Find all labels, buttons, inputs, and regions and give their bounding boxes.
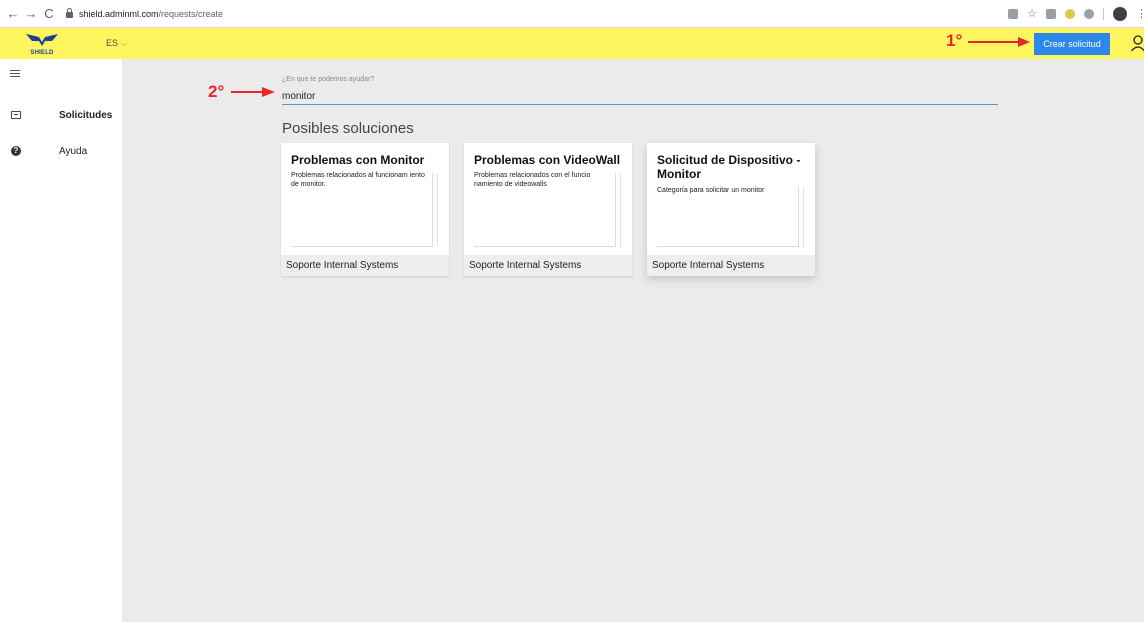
- card-description: Problemas relacionados con el funcio nam…: [474, 172, 591, 188]
- browser-menu-icon[interactable]: ⋮: [1136, 9, 1144, 20]
- card-footer: Soporte Internal Systems: [647, 255, 815, 276]
- language-label: ES: [106, 38, 119, 48]
- sidebar-item-label: Solicitudes: [59, 109, 113, 121]
- translate-icon[interactable]: [1008, 9, 1019, 19]
- search-label: ¿En que te podemos ayudar?: [282, 76, 375, 83]
- url-path: /requests/create: [158, 8, 224, 19]
- lock-icon: [66, 8, 73, 18]
- card-scrollbar[interactable]: [803, 187, 804, 247]
- sidebar: Solicitudes ? Ayuda: [0, 59, 122, 622]
- toolbar-divider: [1103, 8, 1104, 20]
- annotation-arrow-1: [968, 37, 1030, 47]
- hamburger-menu-icon[interactable]: [10, 70, 20, 78]
- solution-card-videowall[interactable]: Problemas con VideoWall Problemas relaci…: [464, 143, 632, 276]
- language-selector[interactable]: ES ⌵: [106, 38, 127, 49]
- wings-icon: [26, 34, 58, 46]
- card-title: Problemas con VideoWall: [474, 153, 621, 167]
- chevron-down-icon: ⌵: [121, 39, 128, 48]
- create-request-button[interactable]: Crear solicitud: [1034, 33, 1110, 55]
- help-icon: ?: [10, 145, 22, 157]
- ticket-icon: [10, 109, 22, 121]
- annotation-arrow-2: [231, 87, 275, 97]
- solutions-title: Posibles soluciones: [282, 120, 414, 137]
- extension-icon[interactable]: [1084, 9, 1094, 19]
- back-arrow-icon[interactable]: ←: [4, 6, 22, 21]
- reload-icon[interactable]: C: [40, 6, 58, 21]
- browser-toolbar: ← → C shield.adminml.com/requests/create…: [0, 0, 1144, 28]
- forward-arrow-icon[interactable]: →: [22, 6, 40, 21]
- card-title: Solicitud de Dispositivo - Monitor: [657, 153, 801, 181]
- solution-card-monitor[interactable]: Problemas con Monitor Problemas relacion…: [281, 143, 449, 276]
- annotation-step-1: 1°: [946, 31, 963, 50]
- card-description: Categoría para solicitar un monitor: [657, 187, 765, 194]
- sidebar-item-ayuda[interactable]: ? Ayuda: [0, 140, 122, 162]
- solution-card-device-request[interactable]: Solicitud de Dispositivo - Monitor Categ…: [647, 143, 815, 276]
- sidebar-item-solicitudes[interactable]: Solicitudes: [0, 104, 122, 126]
- url-text: shield.adminml.com/requests/create: [79, 9, 223, 19]
- card-description: Problemas relacionados al funcionam ient…: [291, 172, 425, 188]
- card-scrollbar[interactable]: [437, 173, 438, 247]
- url-host: shield.adminml.com: [79, 8, 159, 19]
- profile-avatar-icon[interactable]: [1113, 7, 1127, 21]
- annotation-step-2: 2°: [208, 82, 225, 101]
- qr-code-icon[interactable]: [1046, 9, 1056, 19]
- emoji-extension-icon[interactable]: [1065, 9, 1075, 19]
- address-bar[interactable]: shield.adminml.com/requests/create: [66, 8, 223, 19]
- shield-logo[interactable]: SHIELD: [25, 32, 59, 56]
- card-title: Problemas con Monitor: [291, 153, 425, 167]
- sidebar-item-label: Ayuda: [59, 145, 88, 157]
- bookmark-star-icon[interactable]: ☆: [1027, 9, 1037, 20]
- card-footer: Soporte Internal Systems: [281, 255, 449, 276]
- card-scrollbar[interactable]: [620, 173, 621, 247]
- card-footer: Soporte Internal Systems: [464, 255, 632, 276]
- extension-icons: ☆ ⋮: [1008, 0, 1144, 28]
- user-icon[interactable]: [1131, 34, 1144, 52]
- card-description-box: [657, 187, 799, 247]
- logo-text: SHIELD: [30, 50, 54, 56]
- search-input[interactable]: [282, 88, 998, 105]
